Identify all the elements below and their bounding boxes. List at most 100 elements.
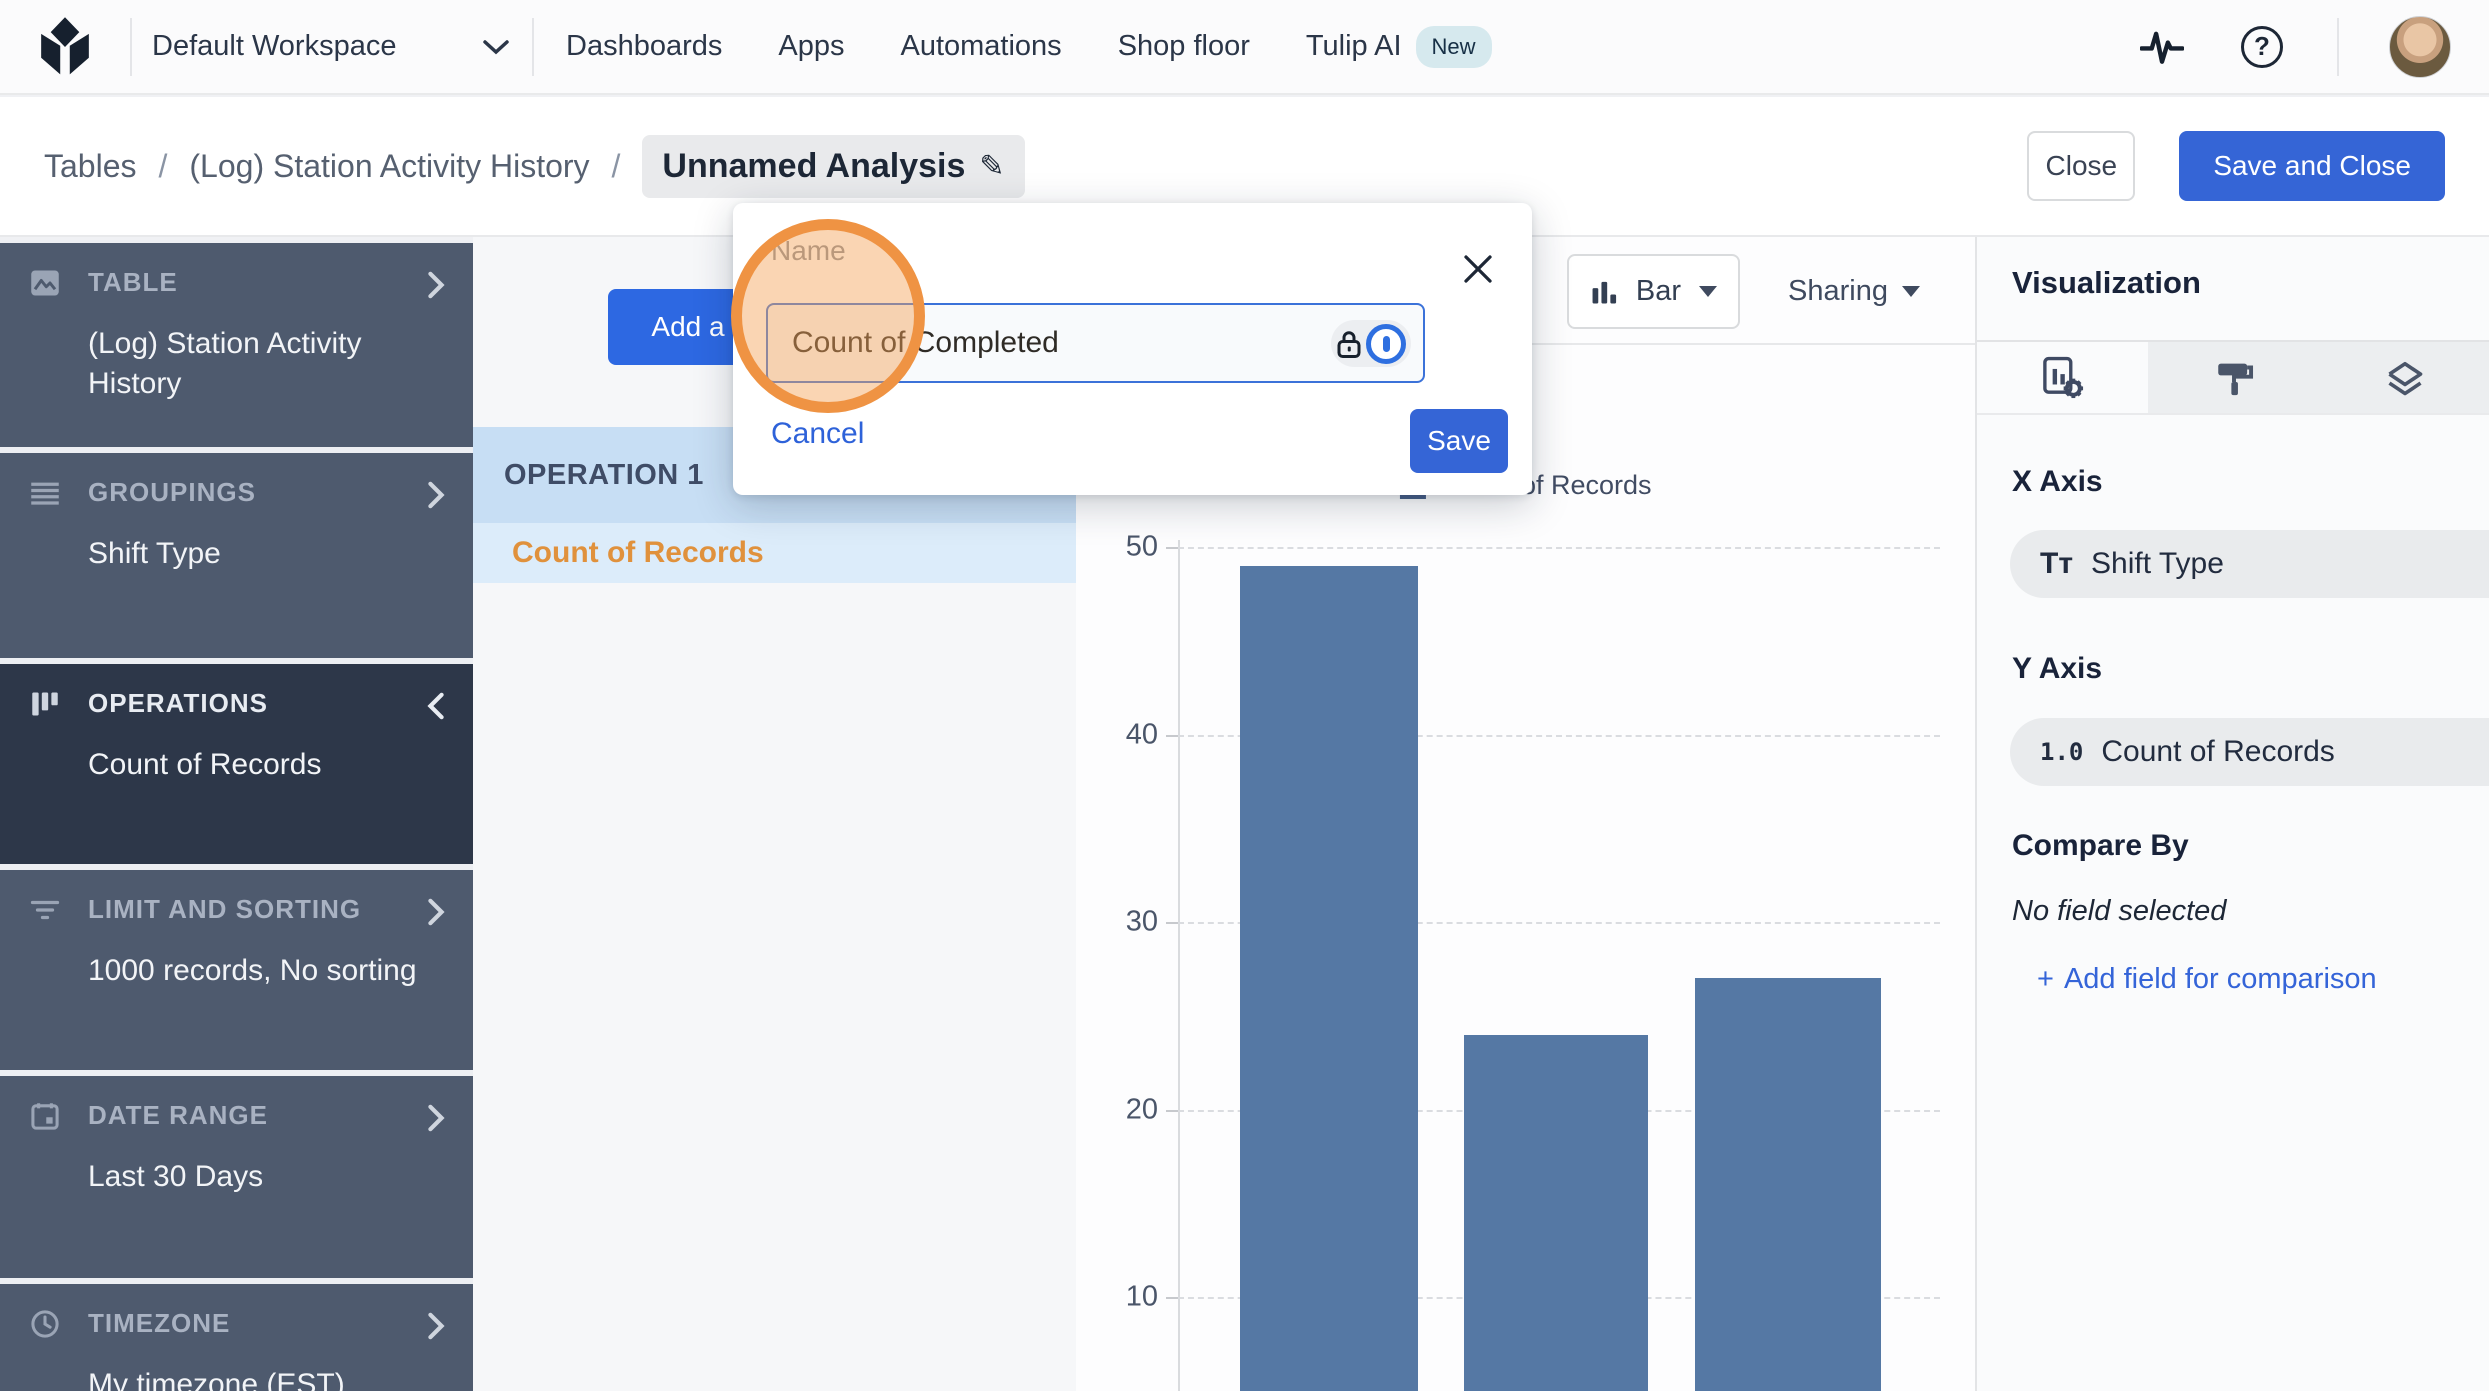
sidebar-section-title: OPERATIONS bbox=[88, 688, 268, 719]
bar[interactable] bbox=[1240, 566, 1418, 1391]
sidebar-section-value: My timezone (EST) bbox=[88, 1365, 445, 1391]
primary-nav: Dashboards Apps Automations Shop floor T… bbox=[566, 26, 1492, 68]
y-tick-label: 50 bbox=[1092, 531, 1158, 564]
cancel-link[interactable]: Cancel bbox=[771, 417, 864, 451]
sidebar-section-value: Count of Records bbox=[88, 745, 445, 791]
sidebar-section-table[interactable]: TABLE (Log) Station Activity History bbox=[0, 243, 473, 447]
save-button[interactable]: Save bbox=[1410, 409, 1508, 473]
navbar-right: ? bbox=[2137, 16, 2489, 78]
sidebar-section-title: GROUPINGS bbox=[88, 477, 256, 508]
bar[interactable] bbox=[1695, 978, 1881, 1391]
password-manager-widget[interactable] bbox=[1331, 320, 1411, 367]
nav-tulip-ai[interactable]: Tulip AI New bbox=[1306, 26, 1492, 68]
navbar-divider bbox=[532, 18, 534, 76]
chevron-right-icon bbox=[427, 481, 445, 514]
chevron-right-icon bbox=[427, 1312, 445, 1345]
tab-chart-settings[interactable] bbox=[1977, 342, 2148, 413]
breadcrumb-tables[interactable]: Tables bbox=[44, 148, 137, 185]
sidebar-section-timezone[interactable]: TIMEZONE My timezone (EST) bbox=[0, 1284, 473, 1391]
add-comparison-field-link[interactable]: + Add field for comparison bbox=[2037, 963, 2377, 996]
y-tick-mark bbox=[1166, 1110, 1178, 1112]
rename-operation-modal: Name Cancel Save bbox=[733, 203, 1532, 495]
modal-close-icon[interactable] bbox=[1460, 251, 1496, 287]
operation-item-selected[interactable]: Count of Records bbox=[473, 523, 1076, 583]
navbar-divider bbox=[2337, 18, 2339, 76]
analysis-title-editable[interactable]: Unnamed Analysis ✎ bbox=[642, 135, 1024, 198]
chevron-right-icon bbox=[427, 898, 445, 931]
save-and-close-button[interactable]: Save and Close bbox=[2179, 131, 2445, 201]
tulip-logo-icon bbox=[36, 16, 94, 78]
help-glyph: ? bbox=[2241, 26, 2283, 68]
x-axis-field-pill[interactable]: Tт Shift Type bbox=[2010, 530, 2489, 598]
x-axis-field-label: Shift Type bbox=[2091, 547, 2224, 581]
lock-icon bbox=[1336, 329, 1362, 359]
sharing-dropdown[interactable]: Sharing bbox=[1788, 254, 1920, 329]
number-type-icon: 1.0 bbox=[2040, 738, 2083, 766]
close-button[interactable]: Close bbox=[2027, 131, 2135, 201]
tulip-logo[interactable] bbox=[0, 16, 130, 78]
chevron-right-icon bbox=[427, 1104, 445, 1137]
y-axis-line bbox=[1178, 540, 1180, 1391]
chevron-right-icon bbox=[427, 271, 445, 304]
sidebar-section-value: 1000 records, No sorting bbox=[88, 951, 445, 997]
tab-layers[interactable] bbox=[2320, 342, 2489, 413]
breadcrumb-separator: / bbox=[612, 148, 621, 185]
name-field-label: Name bbox=[771, 235, 846, 267]
y-tick-mark bbox=[1166, 547, 1178, 549]
help-icon[interactable]: ? bbox=[2237, 22, 2287, 72]
bar-chart-icon bbox=[1590, 278, 1618, 306]
sidebar-section-groupings[interactable]: GROUPINGS Shift Type bbox=[0, 453, 473, 658]
columns-icon bbox=[28, 691, 62, 717]
name-input[interactable] bbox=[766, 303, 1425, 383]
y-tick-mark bbox=[1166, 735, 1178, 737]
nav-apps[interactable]: Apps bbox=[778, 30, 844, 63]
chevron-down-icon bbox=[482, 38, 510, 56]
visualization-tabs bbox=[1977, 340, 2489, 415]
caret-down-icon bbox=[1902, 286, 1920, 297]
chart-type-dropdown[interactable]: Bar bbox=[1567, 254, 1740, 329]
header-actions: Close Save and Close bbox=[2027, 131, 2445, 201]
nav-tulip-ai-label: Tulip AI bbox=[1306, 30, 1402, 63]
image-icon bbox=[28, 269, 62, 297]
y-tick-label: 20 bbox=[1092, 1093, 1158, 1126]
y-axis-field-pill[interactable]: 1.0 Count of Records bbox=[2010, 718, 2489, 786]
compare-by-heading: Compare By bbox=[2012, 829, 2189, 863]
workspace-selector[interactable]: Default Workspace bbox=[132, 0, 532, 94]
analytics-editor-app: Default Workspace Dashboards Apps Automa… bbox=[0, 0, 2489, 1391]
y-tick-label: 40 bbox=[1092, 718, 1158, 751]
paint-roller-icon bbox=[2213, 357, 2255, 399]
user-avatar[interactable] bbox=[2389, 16, 2451, 78]
calendar-icon bbox=[28, 1102, 62, 1130]
compare-by-empty-text: No field selected bbox=[2012, 895, 2226, 928]
y-axis-heading: Y Axis bbox=[2012, 652, 2102, 686]
nav-automations[interactable]: Automations bbox=[900, 30, 1061, 63]
activity-icon[interactable] bbox=[2137, 22, 2187, 72]
nav-shop-floor[interactable]: Shop floor bbox=[1118, 30, 1250, 63]
bar-chart: Count of Records 5040302010 bbox=[1076, 345, 1975, 1391]
chart-type-label: Bar bbox=[1636, 275, 1681, 308]
onepassword-icon bbox=[1366, 324, 1406, 364]
sidebar-section-limit-sorting[interactable]: LIMIT AND SORTING 1000 records, No sorti… bbox=[0, 870, 473, 1070]
sidebar-section-value: Last 30 Days bbox=[88, 1157, 445, 1203]
sidebar-section-date-range[interactable]: DATE RANGE Last 30 Days bbox=[0, 1076, 473, 1278]
text-type-icon: Tт bbox=[2040, 547, 2073, 581]
sidebar-section-title: LIMIT AND SORTING bbox=[88, 894, 361, 925]
breadcrumb-table-name[interactable]: (Log) Station Activity History bbox=[189, 148, 589, 185]
new-badge: New bbox=[1416, 26, 1492, 68]
edit-pencil-icon: ✎ bbox=[979, 149, 1004, 184]
query-sidebar: TABLE (Log) Station Activity History GRO… bbox=[0, 240, 473, 1391]
sidebar-section-operations[interactable]: OPERATIONS Count of Records bbox=[0, 664, 473, 864]
top-navbar: Default Workspace Dashboards Apps Automa… bbox=[0, 0, 2489, 95]
nav-dashboards[interactable]: Dashboards bbox=[566, 30, 722, 63]
layers-icon bbox=[2383, 356, 2427, 400]
y-tick-mark bbox=[1166, 1297, 1178, 1299]
add-comparison-field-label: Add field for comparison bbox=[2064, 963, 2377, 996]
chevron-left-icon bbox=[427, 692, 445, 725]
analysis-title: Unnamed Analysis bbox=[662, 147, 965, 186]
bar[interactable] bbox=[1464, 1035, 1648, 1391]
y-tick-label: 30 bbox=[1092, 906, 1158, 939]
sidebar-section-value: (Log) Station Activity History bbox=[88, 324, 418, 410]
clock-icon bbox=[28, 1310, 62, 1338]
sharing-label: Sharing bbox=[1788, 275, 1888, 308]
tab-style[interactable] bbox=[2148, 342, 2319, 413]
